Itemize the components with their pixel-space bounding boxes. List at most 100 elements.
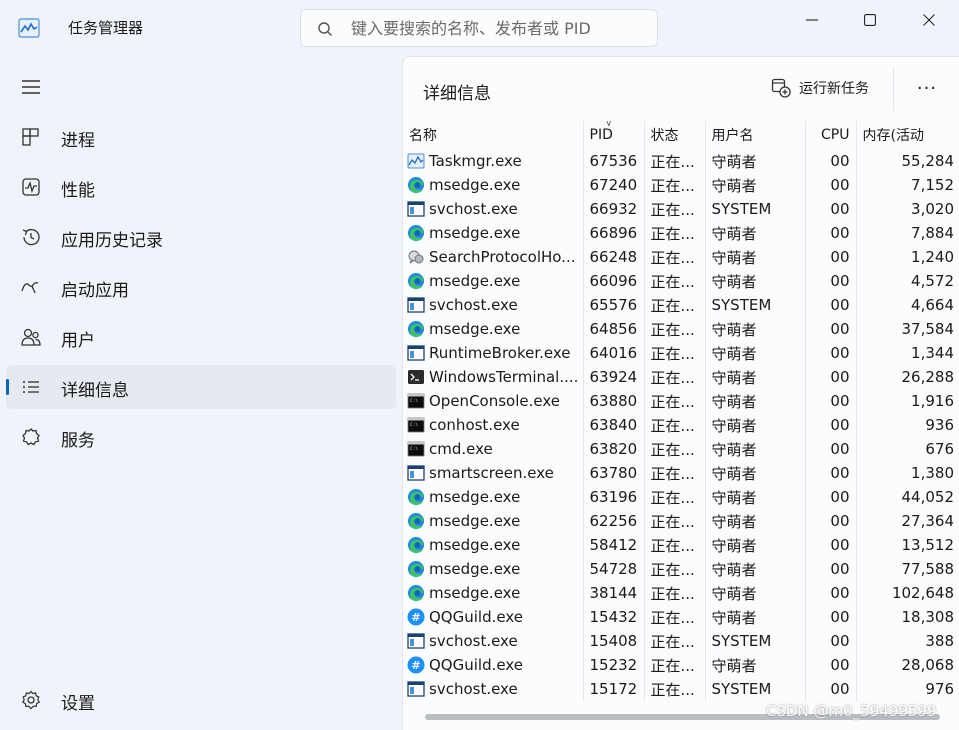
nav-item-settings[interactable]: 设置 [6,678,396,722]
header-label: 内存(活动 [862,128,924,144]
column-header-user[interactable]: 用户名 [705,121,806,149]
search-box[interactable] [300,9,658,47]
table-row[interactable]: msedge.exe 54728 正在... 守萌者 00 77,588 [403,557,959,581]
edge-process-icon [407,584,425,602]
column-header-status[interactable]: 状态 [644,121,706,149]
cell-status: 正在... [644,653,706,677]
cell-cpu: 00 [805,221,857,245]
table-row[interactable]: svchost.exe 66932 正在... SYSTEM 00 3,020 [403,197,959,221]
cell-name: smartscreen.exe [403,461,584,485]
table-row[interactable]: msedge.exe 66096 正在... 守萌者 00 4,572 [403,269,959,293]
nav-label: 详细信息 [61,381,129,401]
cell-user: 守萌者 [705,461,806,485]
name-wrapper: msedge.exe [407,224,577,242]
table-row[interactable]: msedge.exe 66896 正在... 守萌者 00 7,884 [403,221,959,245]
minimize-button[interactable] [783,0,841,40]
table-row[interactable]: C:\ conhost.exe 63840 正在... 守萌者 00 936 [403,413,959,437]
nav-item-performance[interactable]: 性能 [6,165,396,209]
table-row[interactable]: msedge.exe 63196 正在... 守萌者 00 44,052 [403,485,959,509]
nav-item-services[interactable]: 服务 [6,415,396,459]
cell-name: C:\ cmd.exe [403,437,584,461]
table-row[interactable]: C:\ OpenConsole.exe 63880 正在... 守萌者 00 1,916 [403,389,959,413]
performance-icon [22,178,40,196]
cell-status: 正在... [644,677,706,701]
cell-cpu: 00 [805,173,857,197]
table-row[interactable]: Taskmgr.exe 67536 正在... 守萌者 00 55,284 [403,149,959,173]
table-row[interactable]: msedge.exe 62256 正在... 守萌者 00 27,364 [403,509,959,533]
cell-name: msedge.exe [403,509,584,533]
column-header-pid[interactable]: ∨ PID [583,121,645,149]
nav-item-users[interactable]: 用户 [6,315,396,359]
name-wrapper: msedge.exe [407,272,577,290]
column-header-cpu[interactable]: CPU [805,121,857,149]
table-row[interactable]: SearchProtocolHo... 66248 正在... 守萌者 00 1,240 [403,245,959,269]
cell-name: msedge.exe [403,221,584,245]
table-row[interactable]: WindowsTerminal.... 63924 正在... 守萌者 00 26,288 [403,365,959,389]
search-input[interactable] [351,10,651,46]
hamburger-menu-icon[interactable] [20,76,42,98]
cell-memory: 936 [925,416,954,434]
name-wrapper: smartscreen.exe [407,464,577,482]
cell-user: 守萌者 [705,437,806,461]
table-row[interactable]: C:\ cmd.exe 63820 正在... 守萌者 00 676 [403,437,959,461]
cell-user: 守萌者 [705,581,806,605]
cell-pid: 67536 [583,149,645,173]
maximize-button[interactable] [841,0,899,40]
close-button[interactable] [900,0,958,40]
process-name: WindowsTerminal.... [429,368,579,386]
cell-memory: 13,512 [901,536,955,554]
qqguild-process-icon: # [407,656,425,674]
cell-user: 守萌者 [705,389,806,413]
cell-memory: 44,052 [901,488,955,506]
nav-item-processes[interactable]: 进程 [6,115,396,159]
search-process-icon [407,248,425,266]
cell-user: 守萌者 [705,605,806,629]
column-header-name[interactable]: 名称 [403,121,584,149]
column-header-memory[interactable]: 内存(活动 [856,121,959,149]
cell-user: 守萌者 [705,557,806,581]
table-row[interactable]: smartscreen.exe 63780 正在... 守萌者 00 1,380 [403,461,959,485]
nav-item-details[interactable]: 详细信息 [6,365,396,409]
name-wrapper: msedge.exe [407,488,577,506]
nav-label: 设置 [61,694,95,714]
nav-label: 性能 [61,181,95,201]
edge-process-icon [407,488,425,506]
name-wrapper: # QQGuild.exe [407,656,577,674]
table-row[interactable]: msedge.exe 38144 正在... 守萌者 00 102,648 [403,581,959,605]
cell-status: 正在... [644,629,706,653]
startup-icon [21,282,39,294]
cell-name: Taskmgr.exe [403,149,584,173]
cell-cpu: 00 [805,149,857,173]
table-row[interactable]: svchost.exe 15172 正在... SYSTEM 00 976 [403,677,959,701]
cell-user: SYSTEM [705,293,806,317]
table-row[interactable]: RuntimeBroker.exe 64016 正在... 守萌者 00 1,344 [403,341,959,365]
console-process-icon: C:\ [407,416,425,434]
cell-user: SYSTEM [705,197,806,221]
cell-pid: 64856 [583,317,645,341]
cell-user: 守萌者 [705,509,806,533]
run-new-task-button[interactable]: 运行新任务 [771,75,869,101]
cell-cpu: 00 [805,509,857,533]
nav-label: 启动应用 [61,281,129,301]
table-row[interactable]: svchost.exe 15408 正在... SYSTEM 00 388 [403,629,959,653]
cell-user: 守萌者 [705,221,806,245]
cell-memory: 26,288 [901,368,955,386]
table-row[interactable]: # QQGuild.exe 15432 正在... 守萌者 00 18,308 [403,605,959,629]
cell-pid: 15232 [583,653,645,677]
window-process-icon [407,296,425,314]
cell-memory: 102,648 [891,584,954,602]
cell-pid: 38144 [583,581,645,605]
table-row[interactable]: svchost.exe 65576 正在... SYSTEM 00 4,664 [403,293,959,317]
cell-status: 正在... [644,341,706,365]
table-row[interactable]: # QQGuild.exe 15232 正在... 守萌者 00 28,068 [403,653,959,677]
name-wrapper: RuntimeBroker.exe [407,344,577,362]
title-bar: 任务管理器 [0,0,959,56]
header-label: PID [589,127,613,143]
nav-item-startup-apps[interactable]: 启动应用 [6,265,396,309]
process-name: svchost.exe [429,632,518,650]
table-row[interactable]: msedge.exe 58412 正在... 守萌者 00 13,512 [403,533,959,557]
more-options-button[interactable]: ··· [911,75,943,101]
nav-item-app-history[interactable]: 应用历史记录 [6,215,396,259]
table-row[interactable]: msedge.exe 64856 正在... 守萌者 00 37,584 [403,317,959,341]
table-row[interactable]: msedge.exe 67240 正在... 守萌者 00 7,152 [403,173,959,197]
